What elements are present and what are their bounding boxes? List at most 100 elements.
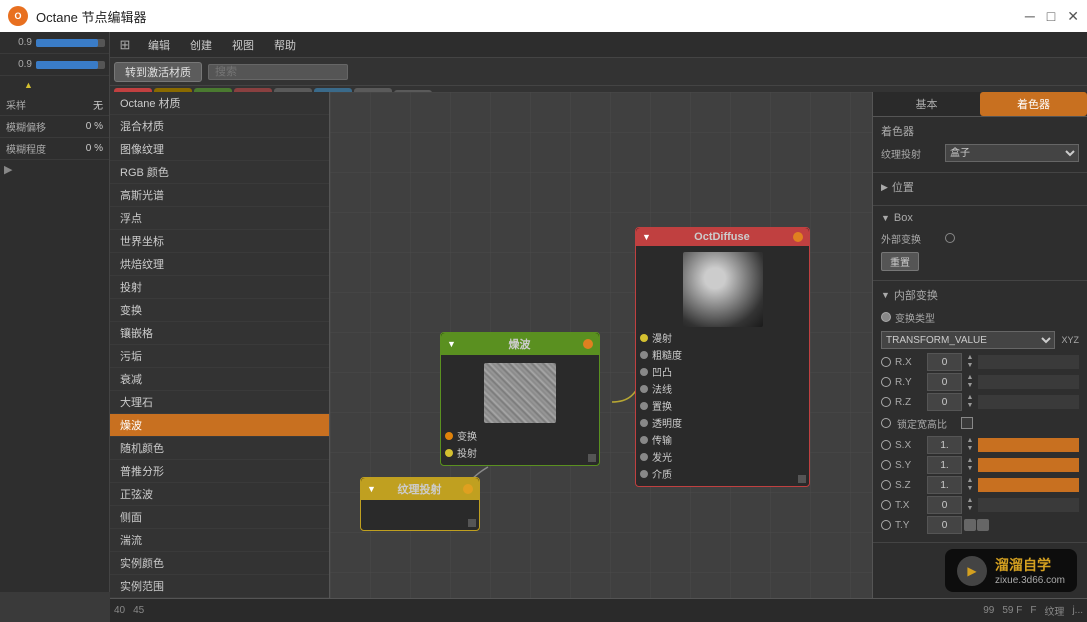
sx-row: S.X 1. ▲▼ — [881, 436, 1079, 454]
mat-turbulence[interactable]: 普推分形 — [110, 460, 329, 483]
ry-value[interactable]: 0 — [927, 373, 962, 391]
mat-cast[interactable]: 投射 — [110, 276, 329, 299]
slider-row-1[interactable]: 0.9 — [0, 32, 109, 54]
noise-port-cast[interactable]: 投射 — [445, 444, 595, 461]
mat-grid[interactable]: 镶嵌格 — [110, 322, 329, 345]
diffuse-port-displace[interactable]: 置换 — [640, 397, 805, 414]
diffuse-port-transmit[interactable]: 传输 — [640, 431, 805, 448]
rx-radio[interactable] — [881, 357, 891, 367]
sx-value[interactable]: 1. — [927, 436, 962, 454]
mat-sine[interactable]: 正弦波 — [110, 483, 329, 506]
transform-type-row: 变换类型 — [881, 307, 1079, 327]
ry-radio[interactable] — [881, 377, 891, 387]
rz-value[interactable]: 0 — [927, 393, 962, 411]
minimize-button[interactable]: ─ — [1025, 8, 1035, 25]
lock-aspect-checkbox[interactable] — [961, 417, 973, 429]
diffuse-port-diffuse[interactable]: 漫射 — [640, 329, 805, 346]
right-tab-basic[interactable]: 基本 — [873, 92, 980, 116]
sy-stepper[interactable]: ▲▼ — [964, 457, 976, 473]
sz-stepper[interactable]: ▲▼ — [964, 477, 976, 493]
left-sidebar: 0.9 0.9 ▲ 采样 无 模糊偏移 0 % 模糊程度 0 % ▶ — [0, 32, 110, 592]
mat-blend[interactable]: 混合材质 — [110, 115, 329, 138]
sz-value[interactable]: 1. — [927, 476, 962, 494]
noise-node[interactable]: ▼ 燥波 变换 投射 — [440, 332, 600, 466]
transform-type-radio[interactable] — [881, 312, 891, 322]
slider-row-2[interactable]: 0.9 — [0, 54, 109, 76]
mat-inst-color[interactable]: 实例颜色 — [110, 552, 329, 575]
mat-noise[interactable]: 燥波 — [110, 414, 329, 437]
transform-type-select[interactable]: TRANSFORM_VALUE TRANSFORM_FULL — [881, 331, 1055, 349]
sy-value[interactable]: 1. — [927, 456, 962, 474]
uvw-node[interactable]: ▼ 纹理投射 — [360, 477, 480, 531]
tl-marker-40: 40 — [114, 605, 125, 616]
mat-inst-range[interactable]: 实例范围 — [110, 575, 329, 598]
close-button[interactable]: ✕ — [1067, 8, 1079, 25]
rz-bar — [978, 395, 1079, 409]
menu-view[interactable]: 视图 — [224, 35, 262, 55]
watermark-main: 溜溜自学 — [995, 555, 1065, 575]
ry-stepper[interactable]: ▲▼ — [964, 374, 976, 390]
menu-edit[interactable]: 编辑 — [140, 35, 178, 55]
sx-stepper[interactable]: ▲▼ — [964, 437, 976, 453]
port-label-opacity: 透明度 — [652, 415, 682, 430]
ty-value[interactable]: 0 — [927, 516, 962, 534]
node-editor-area[interactable]: ▼ 燥波 变换 投射 ▼ OctDiffuse — [330, 92, 872, 598]
diffuse-port-roughness[interactable]: 粗糙度 — [640, 346, 805, 363]
sz-label: S.Z — [895, 480, 925, 491]
menu-create[interactable]: 创建 — [182, 35, 220, 55]
reset-button[interactable]: 重置 — [881, 252, 919, 271]
mat-world[interactable]: 世界坐标 — [110, 230, 329, 253]
mat-float[interactable]: 浮点 — [110, 207, 329, 230]
mat-gauss[interactable]: 高斯光谱 — [110, 184, 329, 207]
toolbar-grid-icon[interactable]: ⊞ — [114, 34, 136, 56]
activate-material-button[interactable]: 转到激活材质 — [114, 62, 202, 82]
sz-radio[interactable] — [881, 480, 891, 490]
mat-turbflow[interactable]: 湍流 — [110, 529, 329, 552]
texture-projection-select[interactable]: 盒子 XYZ UVW — [945, 144, 1079, 162]
ext-transform-dot — [945, 233, 955, 243]
ry-row: R.Y 0 ▲▼ — [881, 373, 1079, 391]
diffuse-port-emit[interactable]: 发光 — [640, 448, 805, 465]
tl-j-label: j... — [1072, 605, 1083, 616]
maximize-button[interactable]: □ — [1047, 8, 1055, 25]
mat-marble[interactable]: 大理石 — [110, 391, 329, 414]
mat-dirt[interactable]: 污垢 — [110, 345, 329, 368]
ty-radio[interactable] — [881, 520, 891, 530]
diffuse-node-title: OctDiffuse — [694, 231, 750, 243]
mat-octane[interactable]: Octane 材质 — [110, 92, 329, 115]
mat-bake[interactable]: 烘焙纹理 — [110, 253, 329, 276]
diffuse-port-opacity[interactable]: 透明度 — [640, 414, 805, 431]
slider-1-track[interactable] — [36, 39, 105, 47]
sx-radio[interactable] — [881, 440, 891, 450]
mat-image[interactable]: 图像纹理 — [110, 138, 329, 161]
diffuse-port-normal[interactable]: 法线 — [640, 380, 805, 397]
lock-aspect-radio[interactable] — [881, 418, 891, 428]
slider-2-track[interactable] — [36, 61, 105, 69]
rx-value[interactable]: 0 — [927, 353, 962, 371]
mat-side[interactable]: 侧面 — [110, 506, 329, 529]
sy-radio[interactable] — [881, 460, 891, 470]
internal-transform-title: ▼ 内部变换 — [881, 287, 1079, 303]
rx-stepper[interactable]: ▲▼ — [964, 354, 976, 370]
blur-offset-value: 0 % — [75, 121, 103, 132]
menu-help[interactable]: 帮助 — [266, 35, 304, 55]
search-input[interactable] — [208, 64, 348, 80]
blur-degree-label: 模糊程度 — [6, 141, 71, 156]
diffuse-port-medium[interactable]: 介质 — [640, 465, 805, 482]
window-controls[interactable]: ─ □ ✕ — [1025, 8, 1079, 25]
rz-radio[interactable] — [881, 397, 891, 407]
tx-radio[interactable] — [881, 500, 891, 510]
mat-falloff[interactable]: 衰减 — [110, 368, 329, 391]
mat-rgb[interactable]: RGB 颜色 — [110, 161, 329, 184]
tx-value[interactable]: 0 — [927, 496, 962, 514]
right-tab-shader[interactable]: 着色器 — [980, 92, 1087, 116]
noise-port-transform[interactable]: 变换 — [445, 427, 595, 444]
diffuse-node[interactable]: ▼ OctDiffuse 漫射 粗糙度 凹凸 — [635, 227, 810, 487]
mat-random[interactable]: 随机颜色 — [110, 437, 329, 460]
position-section: ▶ 位置 — [873, 173, 1087, 206]
diffuse-node-header: ▼ OctDiffuse — [636, 228, 809, 246]
mat-transform[interactable]: 变换 — [110, 299, 329, 322]
diffuse-port-bump[interactable]: 凹凸 — [640, 363, 805, 380]
tx-stepper[interactable]: ▲▼ — [964, 497, 976, 513]
rz-stepper[interactable]: ▲▼ — [964, 394, 976, 410]
